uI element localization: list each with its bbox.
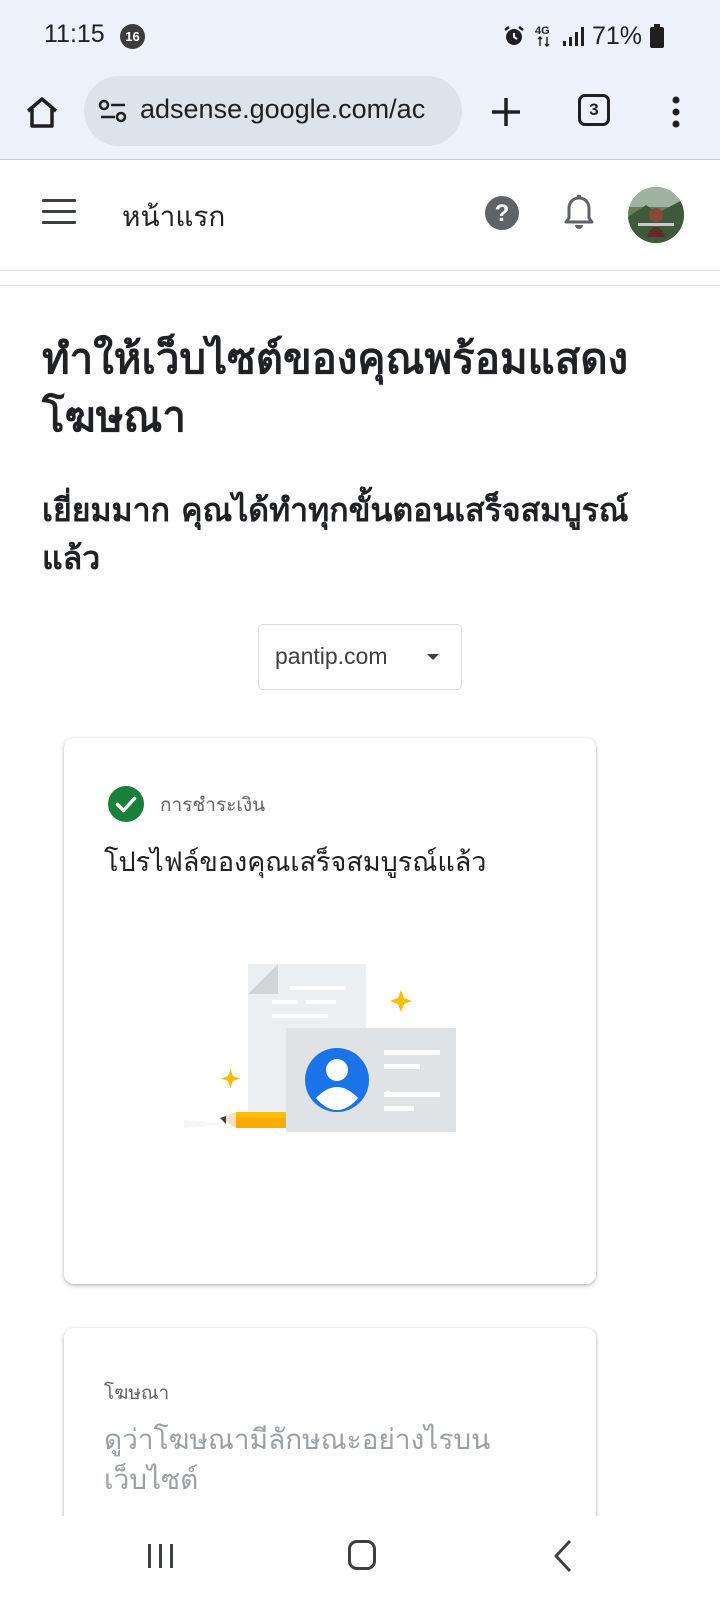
caret-down-icon [427,654,439,660]
svg-text:4G: 4G [535,25,550,37]
divider [0,285,720,286]
page-title: ทำให้เว็บไซต์ของคุณพร้อมแสดงโฆษณา [42,334,629,441]
help-icon[interactable]: ? [484,195,520,231]
battery-icon [650,24,664,48]
network-4g-icon: 4G [535,25,550,47]
tune-icon[interactable] [98,99,128,123]
payment-card[interactable]: การชำระเงิน โปรไฟล์ของคุณเสร็จสมบูรณ์แล้… [64,738,596,1284]
card-title: โปรไฟล์ของคุณเสร็จสมบูรณ์แล้ว [104,847,487,878]
battery-percent: 71% [591,21,642,50]
card-label: โฆษณา [104,1382,170,1404]
check-circle-icon [108,786,144,822]
status-indicators: 4G 71% [494,20,664,52]
page-title-home: หน้าแรก [122,200,226,233]
hamburger-icon[interactable] [42,199,76,227]
plus-icon[interactable] [486,92,526,132]
tab-switcher-icon[interactable]: 3 [578,94,610,126]
system-nav-bar [0,1516,720,1600]
url-bar[interactable]: adsense.google.com/ac [84,76,462,146]
status-bar: 11:15 16 4G 71% [0,0,720,72]
home-icon[interactable] [22,92,62,132]
more-vert-icon[interactable] [664,92,688,132]
home-nav-icon[interactable] [348,1540,376,1570]
card-title: ดูว่าโฆษณามีลักษณะอย่างไรบนเว็บไซต์ [104,1423,491,1496]
site-selector-value: pantip.com [275,643,388,669]
page-subtitle: เยี่ยมมาก คุณได้ทำทุกขั้นตอนเสร็จสมบูรณ์… [42,491,629,577]
recents-icon[interactable] [146,1540,176,1572]
svg-text:?: ? [495,200,510,227]
bell-icon[interactable] [562,193,596,233]
notification-count-badge: 16 [120,24,145,49]
card-label: การชำระเงิน [160,794,266,816]
site-selector-dropdown[interactable]: pantip.com [258,624,462,690]
alarm-icon [504,26,524,45]
back-icon[interactable] [552,1538,574,1574]
signal-icon [562,27,584,46]
app-header: หน้าแรก ? [0,161,720,271]
url-text[interactable]: adsense.google.com/ac [140,94,425,125]
avatar[interactable] [628,187,684,243]
profile-illustration [184,964,456,1132]
status-time: 11:15 [44,20,105,48]
browser-toolbar: adsense.google.com/ac 3 [0,72,720,160]
